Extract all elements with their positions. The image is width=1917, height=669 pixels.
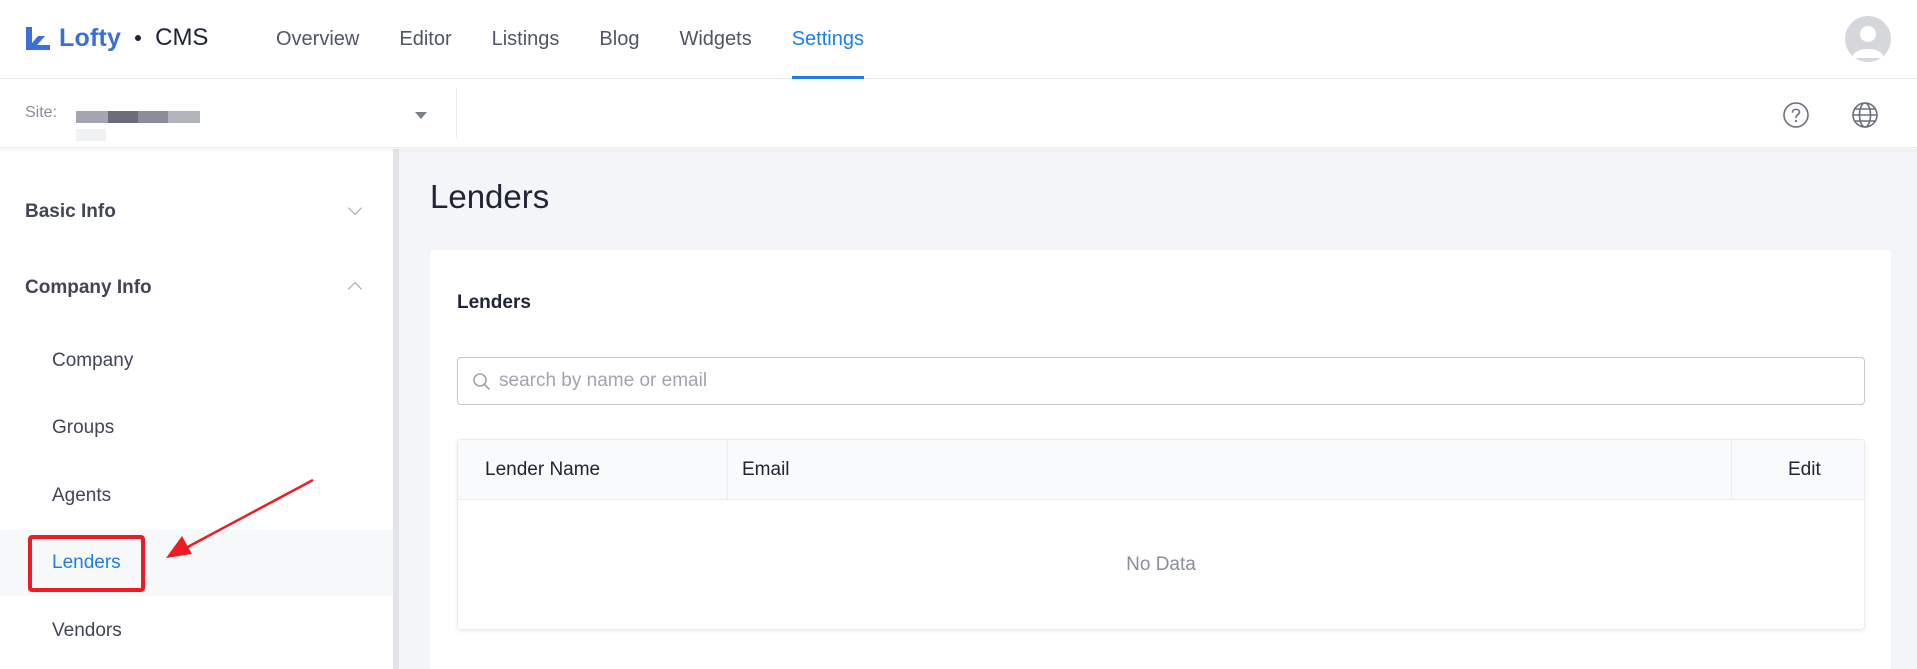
sidebar-group-company-info[interactable]: Company Info [25,277,152,299]
site-label: Site: [25,104,58,121]
sidebar-group-basic-info[interactable]: Basic Info [25,201,116,223]
lofty-logo-icon [26,27,50,50]
search-field[interactable] [457,357,1865,405]
product-name: CMS [155,24,209,51]
lenders-table: Lender Name Email Edit No Data [457,439,1865,630]
user-avatar[interactable] [1845,16,1891,62]
search-icon [473,373,490,390]
sidebar-item-groups[interactable]: Groups [52,417,114,439]
sidebar-item-vendors[interactable]: Vendors [52,620,122,642]
sidebar-item-company[interactable]: Company [52,350,133,372]
column-header-lender-name[interactable]: Lender Name [485,440,600,500]
nav-editor[interactable]: Editor [399,0,451,79]
sidebar-item-agents[interactable]: Agents [52,485,111,507]
main-nav: Overview Editor Listings Blog Widgets Se… [276,0,904,79]
help-icon[interactable] [1782,101,1810,129]
page-title: Lenders [430,178,550,215]
site-selector-bar: Site: [0,80,1917,148]
column-divider [1731,440,1732,500]
card-title: Lenders [457,292,531,313]
annotation-arrow-icon [166,478,314,558]
user-avatar-icon [1852,26,1884,58]
brand-name: Lofty [59,23,122,52]
table-empty-state: No Data [1126,554,1196,575]
top-navigation-bar: Lofty CMS Overview Editor Listings Blog … [0,0,1917,79]
column-header-edit: Edit [1788,459,1821,480]
nav-settings[interactable]: Settings [791,0,865,79]
table-header: Lender Name Email Edit [458,440,1864,500]
brand-separator-dot [135,35,142,41]
nav-listings[interactable]: Listings [492,0,560,79]
brand-logo[interactable]: Lofty CMS [23,20,208,56]
column-divider [727,440,728,500]
site-bar-divider [456,88,457,138]
site-select-value-redacted[interactable] [76,111,286,141]
nav-blog[interactable]: Blog [599,0,639,79]
column-header-email[interactable]: Email [742,440,790,500]
annotation-highlight-box [28,535,145,592]
nav-widgets[interactable]: Widgets [679,0,751,79]
globe-icon[interactable] [1850,100,1880,130]
nav-overview[interactable]: Overview [276,0,359,79]
site-dropdown-caret-icon[interactable] [415,112,427,119]
search-input[interactable] [499,358,1849,404]
